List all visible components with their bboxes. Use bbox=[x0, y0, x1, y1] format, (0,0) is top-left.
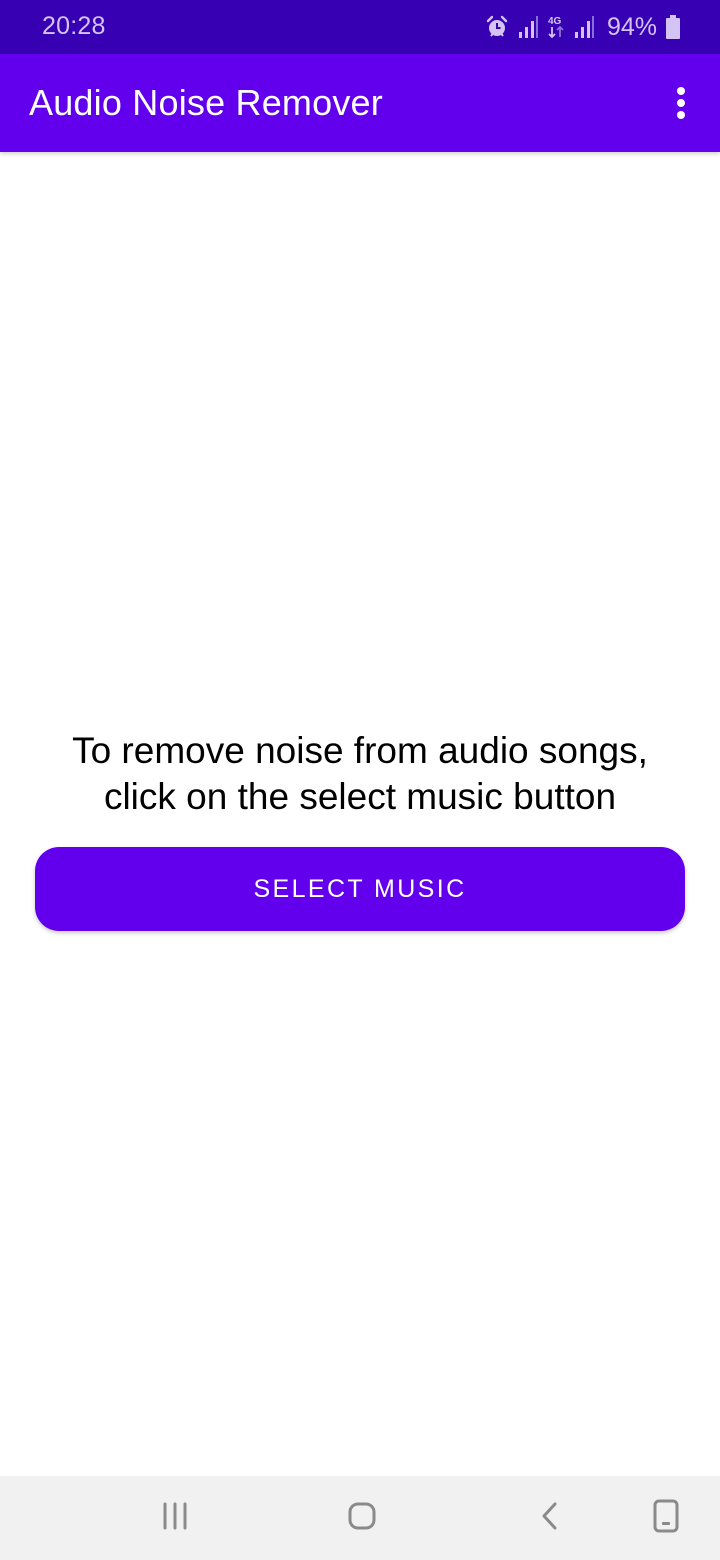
back-button[interactable] bbox=[510, 1476, 590, 1560]
home-icon bbox=[347, 1501, 377, 1536]
screen: 20:28 4G 94% Audio Noise Remover To remo… bbox=[0, 0, 720, 1560]
phone-icon bbox=[653, 1499, 679, 1538]
more-options-button[interactable] bbox=[664, 82, 698, 124]
recent-apps-icon bbox=[160, 1501, 190, 1536]
4g-data-icon: 4G bbox=[547, 14, 565, 40]
signal-icon bbox=[518, 15, 538, 39]
select-music-button[interactable]: SELECT MUSIC bbox=[35, 847, 685, 931]
app-bar: Audio Noise Remover bbox=[0, 54, 720, 152]
alarm-icon bbox=[485, 15, 509, 39]
home-button[interactable] bbox=[322, 1476, 402, 1560]
instruction-text: To remove noise from audio songs, click … bbox=[72, 730, 648, 817]
more-vert-icon bbox=[677, 87, 685, 119]
keyboard-toggle-button[interactable] bbox=[626, 1476, 706, 1560]
recent-apps-button[interactable] bbox=[135, 1476, 215, 1560]
battery-icon bbox=[666, 15, 680, 39]
network-label: 4G bbox=[548, 16, 562, 27]
battery-percent: 94% bbox=[606, 12, 657, 41]
status-bar: 20:28 4G 94% bbox=[0, 0, 720, 54]
signal-icon bbox=[574, 15, 594, 39]
back-icon bbox=[535, 1501, 565, 1536]
select-music-label: SELECT MUSIC bbox=[253, 874, 467, 903]
status-time: 20:28 bbox=[42, 12, 106, 40]
status-icons: 4G 94% bbox=[485, 12, 680, 42]
navigation-bar bbox=[0, 1476, 720, 1560]
app-title: Audio Noise Remover bbox=[29, 82, 383, 123]
